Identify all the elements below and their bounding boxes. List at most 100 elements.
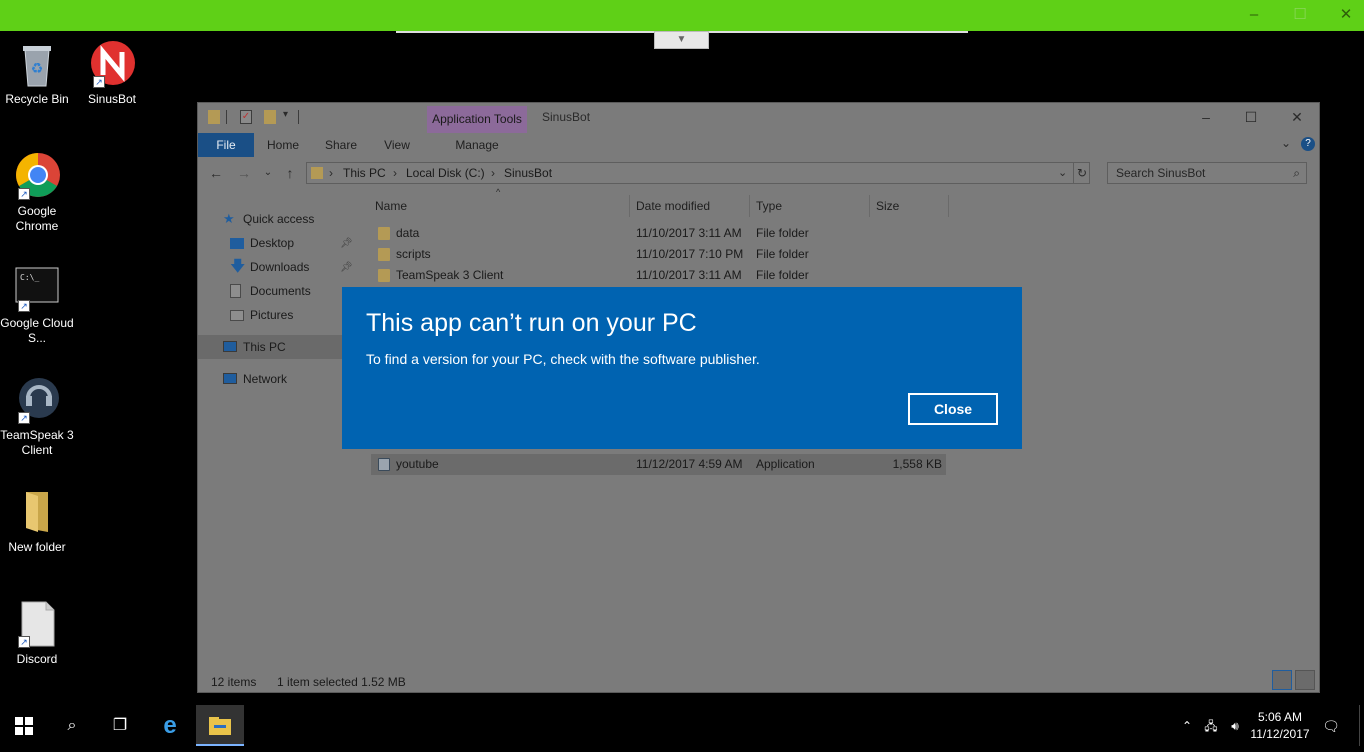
pictures-icon [230, 310, 244, 321]
breadcrumb-local-disk[interactable]: Local Disk (C:) [406, 163, 485, 183]
forward-arrow-icon[interactable]: → [235, 164, 253, 182]
recent-locations-icon[interactable]: ⌄ [259, 164, 277, 182]
table-row[interactable]: TeamSpeak 3 Client 11/10/2017 3:11 AM Fi… [371, 265, 946, 286]
divider [629, 195, 630, 217]
chevron-down-icon[interactable]: ⌄ [1281, 136, 1291, 150]
file-date: 11/10/2017 7:10 PM [636, 247, 744, 261]
item-count: 12 items [211, 675, 257, 689]
status-bar: 12 items 1 item selected 1.52 MB [211, 675, 406, 689]
file-name: youtube [396, 457, 439, 471]
chevron-down-icon[interactable]: ⌄ [1058, 163, 1067, 183]
breadcrumb-sinusbot[interactable]: SinusBot [504, 163, 552, 183]
file-type: Application [756, 457, 815, 471]
details-view-icon[interactable] [1272, 670, 1292, 690]
star-icon: ★ [223, 211, 235, 226]
desktop-icon-discord[interactable]: ↗ Discord [0, 600, 74, 667]
application-tools-tab[interactable]: Application Tools [427, 106, 527, 133]
file-explorer-button[interactable] [196, 705, 244, 746]
tab-file[interactable]: File [198, 133, 254, 157]
up-arrow-icon[interactable]: ↑ [281, 164, 299, 182]
close-icon[interactable]: ✕ [1282, 107, 1312, 127]
show-hidden-icons-icon[interactable]: ⌃ [1178, 717, 1196, 735]
pin-icon[interactable]: 📌︎ [340, 238, 353, 249]
documents-icon [230, 284, 241, 298]
file-type: File folder [756, 247, 809, 261]
chevron-down-icon: ▼ [676, 34, 687, 45]
divider [298, 110, 299, 124]
sort-indicator-icon: ^ [496, 187, 501, 197]
back-arrow-icon[interactable]: ← [207, 164, 225, 182]
desktop-icon-google-chrome[interactable]: ↗ Google Chrome [0, 152, 74, 234]
start-button[interactable] [0, 705, 48, 746]
search-button[interactable]: ⌕ [48, 705, 96, 746]
tab-share[interactable]: Share [316, 133, 366, 157]
desktop-icon-sinusbot[interactable]: ↗ SinusBot [75, 40, 149, 107]
column-header-name[interactable]: Name [375, 195, 407, 217]
explorer-title-bar: ✓ ▾ Application Tools SinusBot ‒ ☐ ✕ [198, 103, 1319, 133]
dialog-message: To find a version for your PC, check wit… [366, 351, 760, 367]
chrome-icon: ↗ [14, 152, 60, 200]
desktop-icon-teamspeak[interactable]: ↗ TeamSpeak 3 Client [0, 376, 74, 458]
teamspeak-icon: ↗ [14, 376, 60, 424]
ribbon-tabs: File Home Share View Manage ⌄ ? [198, 133, 1319, 157]
table-row[interactable]: data 11/10/2017 3:11 AM File folder [371, 223, 946, 244]
address-bar[interactable]: › This PC › Local Disk (C:) › SinusBot ⌄… [306, 162, 1090, 184]
tab-view[interactable]: View [373, 133, 421, 157]
divider [1073, 163, 1074, 183]
file-name: scripts [396, 247, 431, 261]
tab-manage[interactable]: Manage [427, 133, 527, 157]
search-placeholder: Search SinusBot [1116, 166, 1206, 180]
close-icon[interactable]: ✕ [1335, 5, 1357, 25]
tab-home[interactable]: Home [258, 133, 308, 157]
notifications-icon[interactable]: 🗨︎ [1322, 717, 1340, 735]
windows-logo-icon [15, 717, 33, 735]
file-date: 11/10/2017 3:11 AM [636, 268, 742, 282]
column-header-size[interactable]: Size [876, 195, 899, 217]
new-folder-icon[interactable] [264, 110, 276, 124]
column-header-type[interactable]: Type [756, 195, 782, 217]
remote-toolbar-handle[interactable]: ▼ [654, 31, 709, 49]
network-icon[interactable]: 🖧︎ [1202, 717, 1220, 735]
minimize-icon[interactable]: ‒ [1191, 107, 1221, 127]
desktop-icon [230, 238, 244, 249]
table-row[interactable]: scripts 11/10/2017 7:10 PM File folder [371, 244, 946, 265]
task-view-button[interactable]: ❐ [96, 705, 144, 746]
desktop-icon-label: Google Cloud S... [0, 316, 74, 345]
search-icon: ⌕ [1293, 166, 1300, 180]
clock-time: 5:06 AM [1257, 710, 1303, 724]
breadcrumb-this-pc[interactable]: This PC [343, 163, 386, 183]
close-button[interactable]: Close [908, 393, 998, 425]
customize-quick-access-icon[interactable]: ▾ [283, 109, 288, 120]
file-type: File folder [756, 268, 809, 282]
help-icon[interactable]: ? [1301, 137, 1315, 151]
search-input[interactable]: Search SinusBot ⌕ [1107, 162, 1307, 184]
properties-icon[interactable]: ✓ [240, 110, 252, 124]
large-icons-view-icon[interactable] [1295, 670, 1315, 690]
folder-icon [14, 488, 60, 536]
system-clock[interactable]: 5:06 AM 11/12/2017 [1244, 709, 1316, 743]
column-header-date[interactable]: Date modified [636, 195, 710, 217]
refresh-icon[interactable]: ↻ [1077, 163, 1087, 183]
desktop-icon-google-cloud-sdk[interactable]: C:\_ ↗ Google Cloud S... [0, 264, 74, 346]
desktop-icon-new-folder[interactable]: New folder [0, 488, 74, 555]
file-name: TeamSpeak 3 Client [396, 268, 504, 282]
show-desktop-button[interactable] [1359, 705, 1360, 746]
internet-explorer-icon: e [163, 712, 177, 739]
file-date: 11/12/2017 4:59 AM [636, 457, 743, 471]
selection-info: 1 item selected 1.52 MB [277, 675, 406, 689]
shortcut-arrow-icon: ↗ [18, 300, 30, 312]
maximize-icon[interactable]: ☐ [1289, 5, 1311, 25]
maximize-icon[interactable]: ☐ [1236, 107, 1266, 127]
folder-icon [208, 110, 220, 124]
desktop-icon-label: Recycle Bin [5, 92, 69, 106]
desktop-icon-recycle-bin[interactable]: ♻ Recycle Bin [0, 40, 74, 107]
volume-icon[interactable]: 🔊︎ [1226, 717, 1244, 735]
internet-explorer-button[interactable]: e [146, 705, 194, 746]
task-view-icon: ❐ [112, 717, 128, 734]
minimize-icon[interactable]: ‒ [1243, 5, 1265, 25]
desktop-icon-label: Google Chrome [15, 204, 59, 233]
table-row-selected[interactable]: youtube 11/12/2017 4:59 AM Application 1… [371, 454, 946, 475]
network-icon [223, 373, 237, 384]
pin-icon[interactable]: 📌︎ [340, 262, 353, 273]
recycle-bin-icon: ♻ [14, 40, 60, 88]
